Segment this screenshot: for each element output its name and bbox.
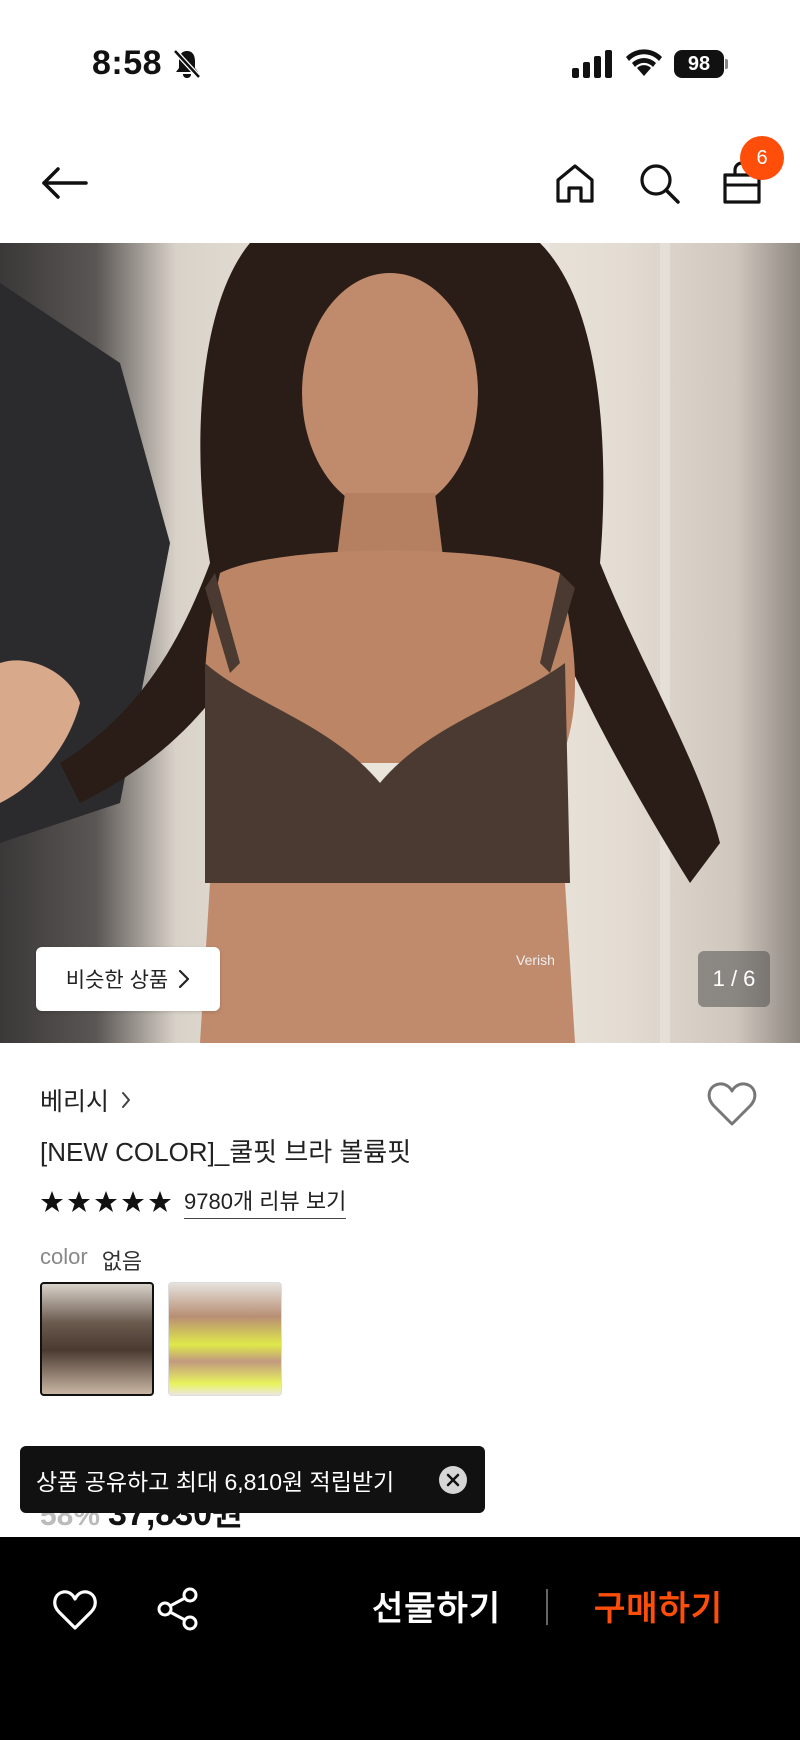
home-icon	[556, 164, 594, 203]
battery-icon: 98	[674, 50, 728, 78]
brand-name: 베리시	[40, 1088, 110, 1116]
home-button[interactable]	[547, 155, 603, 211]
wifi-icon	[626, 49, 662, 76]
search-button[interactable]	[631, 155, 687, 211]
divider	[546, 1589, 548, 1625]
star-icon	[68, 1190, 90, 1212]
rating-row: 9780개 리뷰 보기	[40, 1184, 347, 1219]
star-icon	[95, 1190, 117, 1212]
model-photo: Verish	[0, 243, 720, 1043]
share-icon[interactable]	[156, 1587, 200, 1631]
battery-tip	[725, 59, 728, 69]
status-time: 8:58	[92, 44, 163, 82]
bottom-action-bar: 선물하기 구매하기	[0, 1537, 800, 1740]
toast-message: 상품 공유하고 최대 6,810원 적립받기	[36, 1468, 395, 1495]
heart-icon[interactable]	[706, 1080, 758, 1128]
gift-button[interactable]: 선물하기	[372, 1581, 501, 1630]
review-link[interactable]: 9780개 리뷰 보기	[184, 1184, 347, 1219]
color-row: color 없음	[40, 1244, 142, 1276]
color-swatch-lime[interactable]	[168, 1282, 282, 1396]
search-icon	[640, 164, 680, 204]
toast-close-button[interactable]	[439, 1465, 467, 1494]
rating-stars	[40, 1190, 172, 1214]
status-bar: 8:58 98	[0, 0, 800, 120]
star-icon	[122, 1190, 144, 1212]
share-reward-toast: 상품 공유하고 최대 6,810원 적립받기	[20, 1446, 485, 1513]
signal-icon	[572, 50, 612, 78]
buy-button[interactable]: 구매하기	[594, 1581, 723, 1630]
image-pager: 1 / 6	[698, 951, 770, 1007]
chevron-right-icon	[122, 1092, 131, 1108]
star-icon	[41, 1190, 63, 1212]
top-nav	[0, 130, 800, 240]
color-value: 없음	[101, 1249, 143, 1274]
toast-pointer	[164, 1510, 184, 1520]
similar-products-button[interactable]: 비슷한 상품	[36, 947, 220, 1011]
brand-link[interactable]: 베리시	[40, 1082, 131, 1118]
product-title: [NEW COLOR]_쿨핏 브라 볼륨핏	[40, 1137, 412, 1167]
star-icon	[149, 1190, 171, 1212]
color-swatch-brown[interactable]	[40, 1282, 154, 1396]
back-arrow-icon	[42, 167, 88, 199]
cart-count-badge: 6	[740, 136, 784, 180]
product-image[interactable]: Verish	[0, 243, 800, 1043]
heart-icon[interactable]	[52, 1589, 98, 1631]
chevron-right-icon	[179, 969, 190, 989]
color-label: color	[40, 1244, 88, 1269]
back-button[interactable]	[36, 155, 92, 211]
battery-level: 98	[674, 50, 724, 78]
bell-off-icon	[173, 49, 201, 79]
close-icon	[446, 1473, 460, 1486]
similar-products-label: 비슷한 상품	[65, 969, 169, 992]
brand-watermark: Verish	[516, 952, 555, 968]
